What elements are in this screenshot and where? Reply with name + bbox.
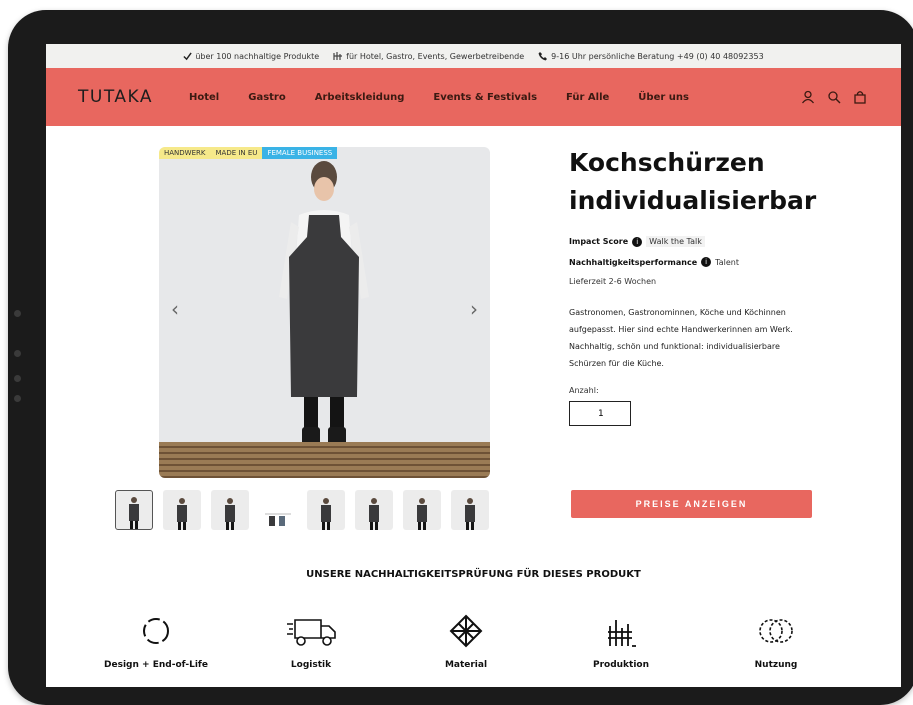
- nav-item-fuer-alle[interactable]: Für Alle: [566, 92, 609, 103]
- show-prices-button[interactable]: PREISE ANZEIGEN: [571, 490, 812, 518]
- next-image-arrow-icon[interactable]: ›: [470, 297, 478, 321]
- product-image[interactable]: HANDWERK MADE IN EU FEMALE BUSINESS ‹ ›: [159, 147, 490, 478]
- feature-produktion[interactable]: Produktion: [561, 614, 681, 670]
- feature-label: Logistik: [290, 660, 332, 670]
- info-text: für Hotel, Gastro, Events, Gewerbetreibe…: [346, 51, 525, 61]
- main-nav: TUTAKA Hotel Gastro Arbeitskleidung Even…: [46, 68, 901, 126]
- feature-material[interactable]: Material: [406, 614, 526, 670]
- camera-dot: [14, 350, 21, 357]
- performance-row: Nachhaltigkeitsperformance i Talent: [569, 257, 819, 267]
- impact-score-label: Impact Score: [569, 237, 629, 246]
- quantity-label: Anzahl:: [569, 386, 599, 395]
- phone-icon: [538, 52, 548, 61]
- feature-label: Nutzung: [754, 660, 798, 670]
- feature-label: Produktion: [592, 660, 650, 670]
- performance-value: Talent: [715, 257, 739, 267]
- feature-design[interactable]: Design + End-of-Life: [96, 614, 216, 670]
- delivery-time: Lieferzeit 2-6 Wochen: [569, 277, 819, 286]
- rings-icon: [759, 619, 793, 643]
- browser-screen: über 100 nachhaltige Produkte für Hotel,…: [46, 44, 901, 687]
- camera-dot: [14, 395, 21, 402]
- quantity-input[interactable]: [569, 401, 631, 426]
- info-bar: über 100 nachhaltige Produkte für Hotel,…: [46, 44, 901, 68]
- product-title-line: Kochschürzen: [569, 148, 765, 177]
- feature-label: Design + End-of-Life: [104, 660, 208, 670]
- nav-item-ueber-uns[interactable]: Über uns: [638, 92, 689, 103]
- check-icon: [183, 51, 193, 60]
- tablet-frame: über 100 nachhaltige Produkte für Hotel,…: [8, 10, 913, 705]
- model-figure: [279, 161, 369, 465]
- info-icon[interactable]: i: [632, 236, 643, 247]
- logo[interactable]: TUTAKA: [78, 87, 153, 107]
- product-details: Kochschürzen individualisierbar Impact S…: [569, 144, 819, 426]
- nav-item-arbeitskleidung[interactable]: Arbeitskleidung: [315, 92, 405, 103]
- thumbnail[interactable]: [403, 490, 441, 530]
- feature-logistik[interactable]: Logistik: [251, 614, 371, 670]
- nav-item-events[interactable]: Events & Festivals: [433, 92, 537, 103]
- sustainability-heading: UNSERE NACHHALTIGKEITSPRÜFUNG FÜR DIESES…: [306, 569, 641, 580]
- sustainability-features: Design + End-of-Life Logistik Material P…: [96, 614, 836, 670]
- product-title: Kochschürzen individualisierbar: [569, 144, 819, 220]
- camera-dot: [14, 375, 21, 382]
- thumbnail[interactable]: [307, 490, 345, 530]
- thumbnail[interactable]: [355, 490, 393, 530]
- product-description: Gastronomen, Gastronominnen, Köche und K…: [569, 308, 793, 368]
- info-item-sectors: für Hotel, Gastro, Events, Gewerbetreibe…: [333, 51, 524, 61]
- delivery-text: Lieferzeit 2-6 Wochen: [569, 277, 657, 286]
- thumbnail[interactable]: [115, 490, 153, 530]
- thumbnail[interactable]: [451, 490, 489, 530]
- camera-dot: [14, 310, 21, 317]
- performance-label: Nachhaltigkeitsperformance: [569, 257, 698, 267]
- feature-label: Material: [444, 660, 488, 670]
- nav-icons: [801, 90, 867, 104]
- thumbnail[interactable]: [211, 490, 249, 530]
- nav-item-hotel[interactable]: Hotel: [189, 92, 219, 103]
- fabric-icon: [449, 614, 483, 648]
- info-text: über 100 nachhaltige Produkte: [195, 51, 320, 61]
- prev-image-arrow-icon[interactable]: ‹: [171, 297, 179, 321]
- search-icon[interactable]: [827, 90, 841, 104]
- info-text: 9-16 Uhr persönliche Beratung +49 (0) 40…: [551, 51, 764, 61]
- impact-score-value: Walk the Talk: [646, 236, 705, 247]
- hotel-icon: [333, 52, 343, 60]
- thumbnail[interactable]: [163, 490, 201, 530]
- thumbnail-strip: [115, 490, 489, 530]
- impact-score-row: Impact Score i Walk the Talk: [569, 236, 819, 247]
- wooden-floor: [159, 442, 490, 478]
- info-icon[interactable]: i: [701, 257, 712, 267]
- factory-icon: [608, 620, 636, 647]
- truck-icon: [287, 619, 336, 646]
- recycle-icon: [143, 618, 169, 644]
- user-icon[interactable]: [801, 90, 815, 104]
- bag-icon[interactable]: [853, 90, 867, 104]
- product-title-line: individualisierbar: [569, 186, 817, 215]
- info-item-phone: 9-16 Uhr persönliche Beratung +49 (0) 40…: [538, 51, 764, 61]
- feature-nutzung[interactable]: Nutzung: [716, 614, 836, 670]
- info-item-products: über 100 nachhaltige Produkte: [183, 52, 319, 61]
- thumbnail[interactable]: [259, 490, 297, 530]
- nav-item-gastro[interactable]: Gastro: [248, 92, 286, 103]
